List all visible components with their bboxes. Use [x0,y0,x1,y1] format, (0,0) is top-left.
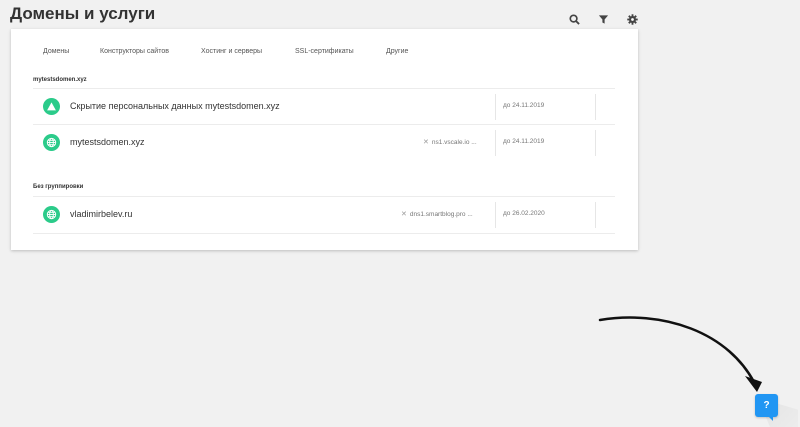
nameserver-text: dns1.smartblog.pro ... [409,210,473,218]
expiry-date: до 24.11.2019 [503,102,545,109]
tab-ssl[interactable]: SSL-сертификаты [295,48,354,55]
divider [495,202,496,228]
service-name[interactable]: Скрытие персональных данных mytestsdomen… [70,101,280,111]
tab-hosting[interactable]: Хостинг и серверы [201,48,262,55]
expiry-date: до 26.02.2020 [503,210,545,217]
help-bubble-tail [766,414,773,421]
group-label: mytestsdomen.xyz [33,77,87,83]
search-icon[interactable] [560,11,589,27]
divider [595,130,596,156]
page-title: Домены и услуги [10,4,156,23]
filter-icon[interactable] [589,11,618,27]
service-name[interactable]: vladimirbelev.ru [70,209,132,219]
divider [595,202,596,228]
globe-icon [43,134,60,151]
services-card: Домены Конструкторы сайтов Хостинг и сер… [11,29,638,250]
service-row[interactable]: vladimirbelev.ru ✕ dns1.smartblog.pro ..… [33,196,615,234]
expiry-date: до 24.11.2019 [503,138,545,145]
group-label: Без группировки [33,184,84,190]
tabs: Домены Конструкторы сайтов Хостинг и сер… [11,48,638,64]
gear-icon[interactable] [618,11,647,27]
service-name[interactable]: mytestsdomen.xyz [70,137,145,147]
divider [495,94,496,120]
nameservers: ✕ dns1.smartblog.pro ... [401,210,473,219]
shield-triangle-icon [43,98,60,115]
nameservers: ✕ ns1.vscale.io ... [423,138,477,147]
divider [595,94,596,120]
globe-icon [43,206,60,223]
tab-site-builders[interactable]: Конструкторы сайтов [100,48,169,55]
divider [495,130,496,156]
service-row[interactable]: Скрытие персональных данных mytestsdomen… [33,88,615,125]
tab-other[interactable]: Другие [386,48,408,55]
dns-icon: ✕ [423,139,429,146]
header-toolbar [560,11,647,27]
tab-domains[interactable]: Домены [43,48,69,55]
dns-icon: ✕ [401,211,407,218]
service-row[interactable]: mytestsdomen.xyz ✕ ns1.vscale.io ... до … [33,124,615,161]
nameserver-text: ns1.vscale.io ... [431,138,477,146]
